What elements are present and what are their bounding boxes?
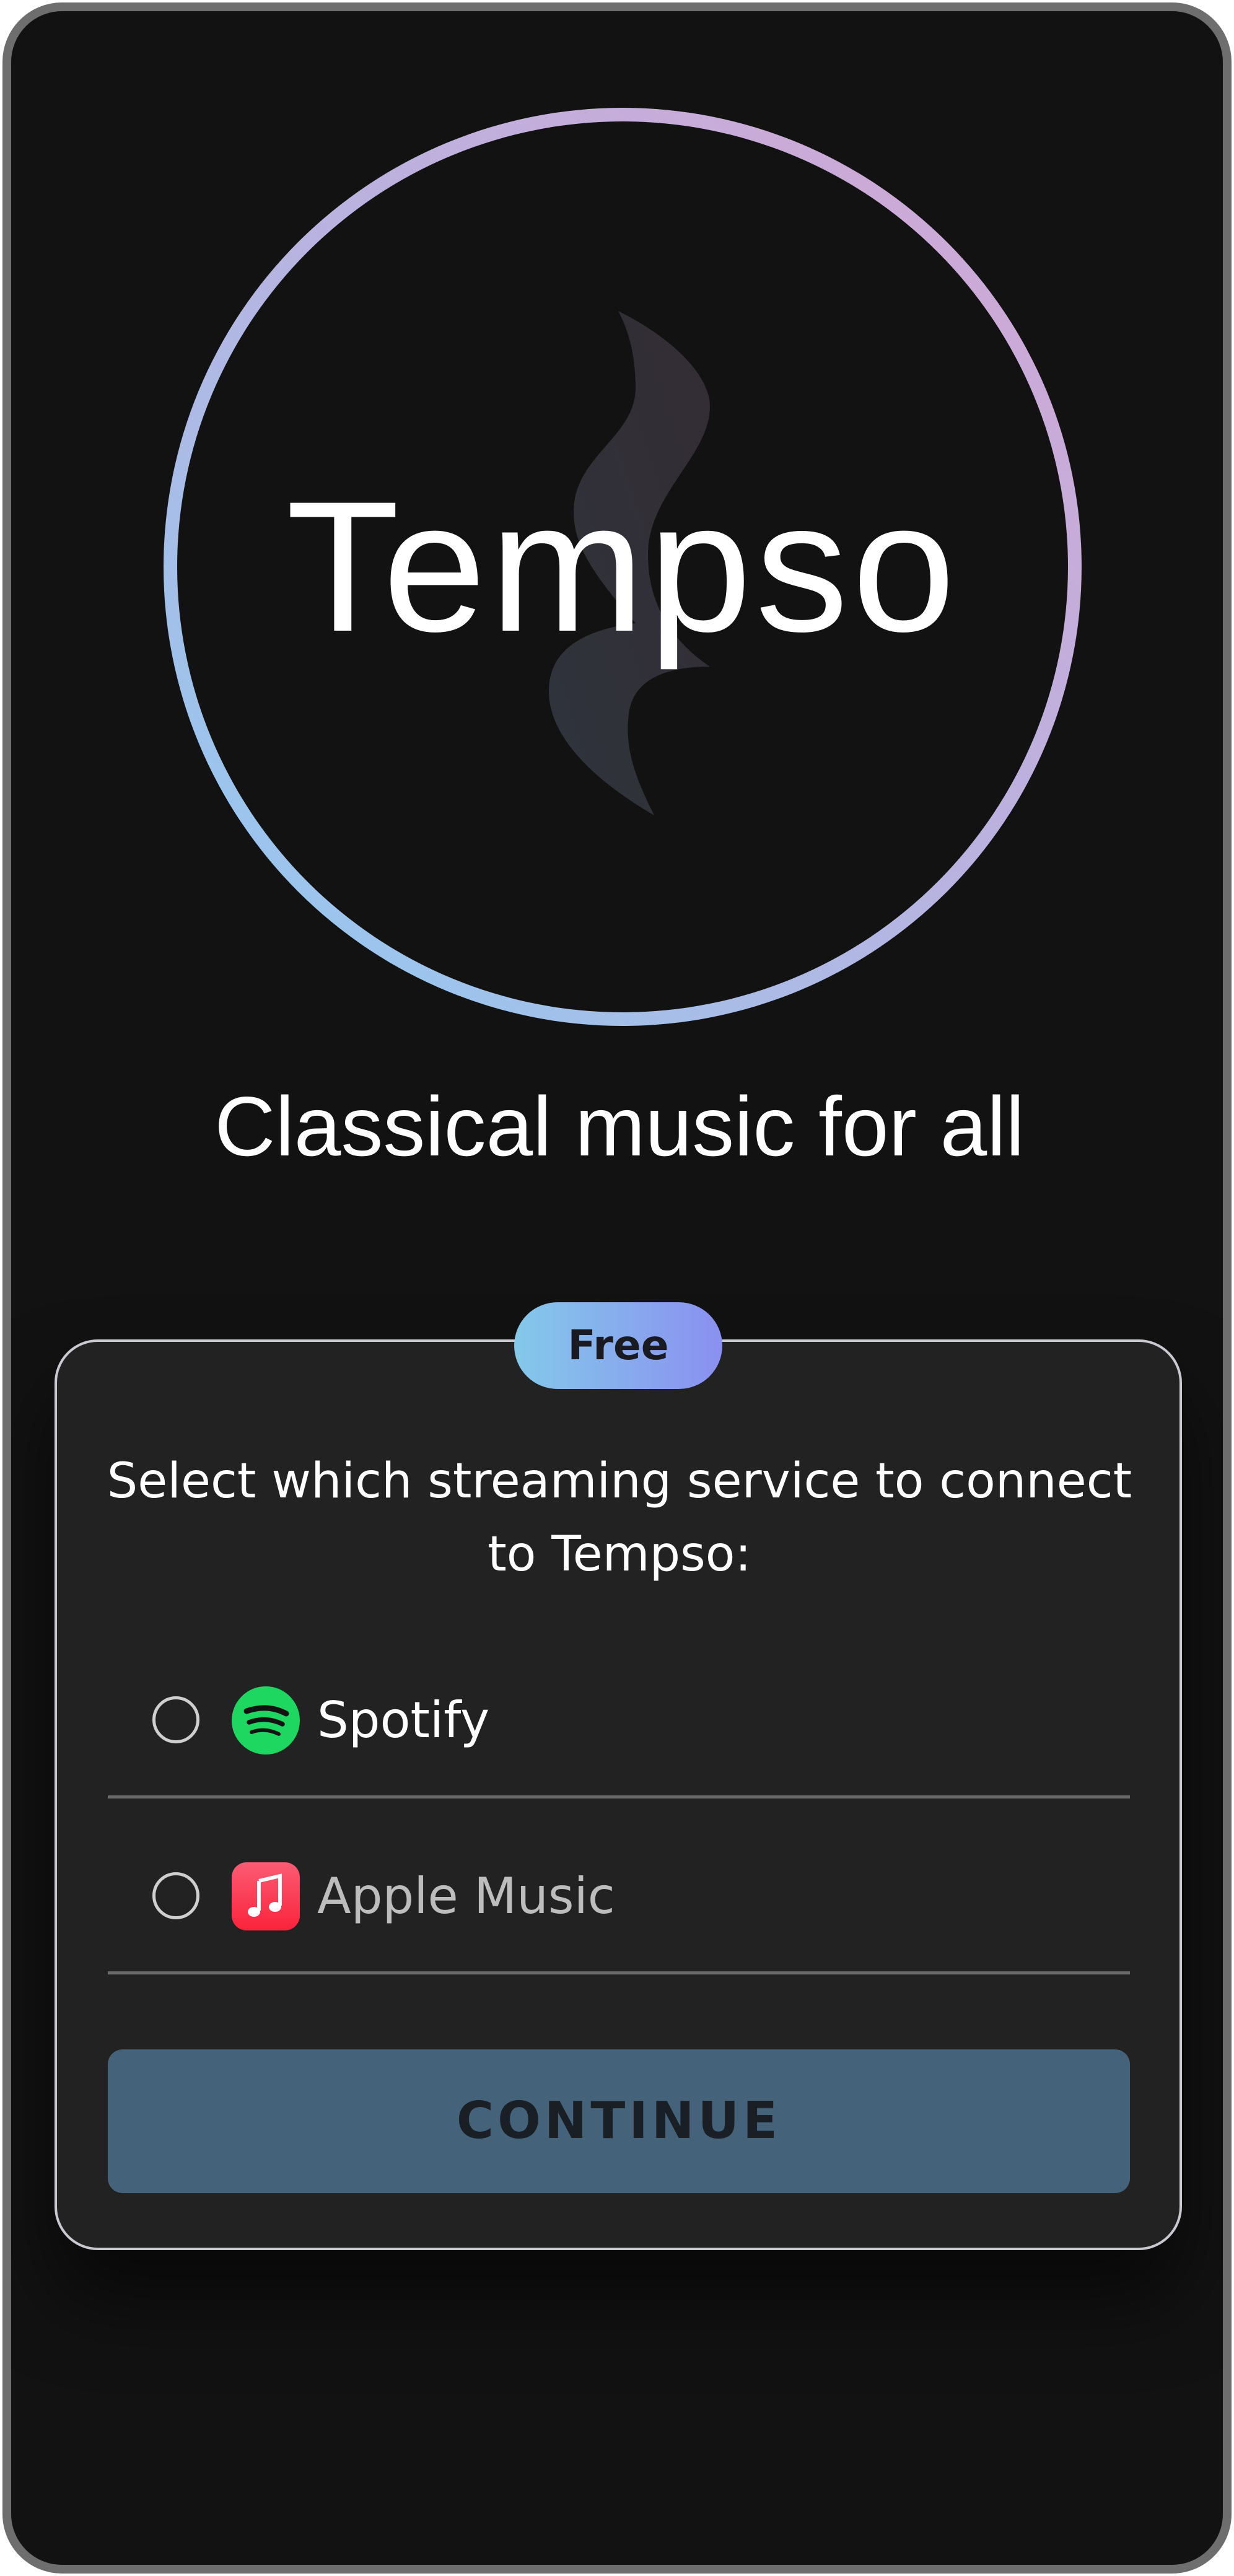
tagline: Classical music for all <box>214 1079 1025 1173</box>
logo-ring: Tempso <box>164 108 1082 1026</box>
option-divider <box>108 1795 1130 1798</box>
option-spotify[interactable]: Spotify <box>108 1649 1130 1773</box>
spotify-label: Spotify <box>317 1691 490 1749</box>
option-divider <box>108 1971 1130 1974</box>
apple-music-label: Apple Music <box>317 1867 615 1925</box>
continue-button[interactable]: CONTINUE <box>108 2049 1130 2193</box>
apple-music-icon <box>232 1862 300 1930</box>
apple-music-radio[interactable] <box>152 1872 199 1919</box>
service-prompt-line: Select which streaming service to connec… <box>107 1453 1132 1509</box>
app-wordmark: Tempso <box>286 462 960 670</box>
spotify-icon <box>232 1686 300 1755</box>
option-apple-music[interactable]: Apple Music <box>108 1825 1130 1949</box>
logo-disc: Tempso <box>177 121 1068 1012</box>
app-screen: Tempso Classical music for all Free Sele… <box>2 2 1232 2574</box>
free-badge: Free <box>514 1302 722 1389</box>
service-prompt-line: to Tempso: <box>488 1527 751 1582</box>
spotify-radio[interactable] <box>152 1696 199 1743</box>
service-prompt: Select which streaming service to connec… <box>11 1445 1223 1591</box>
